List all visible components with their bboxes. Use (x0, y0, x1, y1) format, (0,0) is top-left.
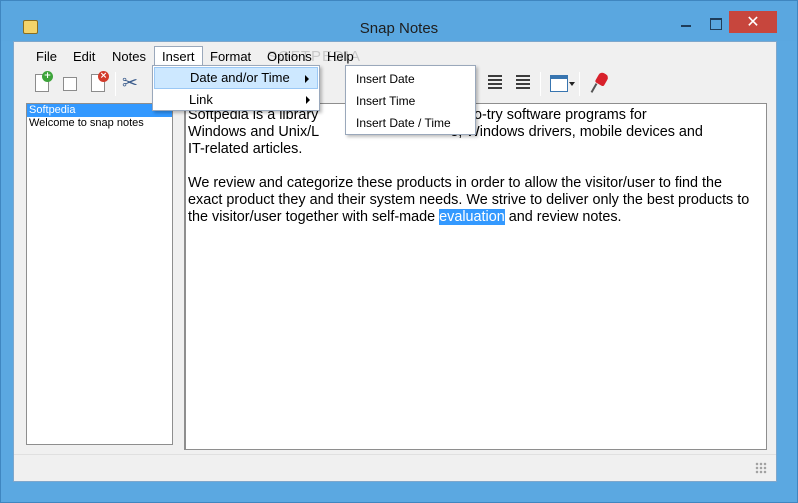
cut-icon[interactable]: ✂ (118, 70, 146, 98)
calendar-icon[interactable] (545, 70, 575, 98)
minimize-button[interactable] (671, 13, 701, 35)
title-bar[interactable]: Snap Notes ✕ (1, 1, 797, 41)
close-button[interactable]: ✕ (729, 11, 777, 33)
toolbar-separator (579, 72, 580, 96)
new-note-icon[interactable]: + (29, 70, 57, 98)
toolbar-separator (115, 72, 116, 96)
status-bar (14, 454, 776, 481)
selected-text: evaluation (439, 209, 505, 225)
note-editor[interactable]: Softpedia is a library free-to-try softw… (184, 103, 767, 450)
editor-line: IT-related articles. (188, 141, 303, 157)
editor-line: e, Windows drivers, mobile devices and (450, 124, 703, 140)
submenu-arrow-icon (306, 96, 310, 104)
menu-item-insert-date[interactable]: Insert Date (347, 68, 474, 90)
delete-note-icon[interactable]: × (85, 70, 113, 98)
menu-item-label: Link (189, 92, 213, 107)
date-time-submenu: Insert Date Insert Time Insert Date / Ti… (345, 65, 476, 135)
submenu-arrow-icon (305, 75, 309, 83)
editor-line: the visitor/user together with self-made (188, 209, 440, 225)
editor-line: and review notes. (504, 209, 622, 225)
maximize-button[interactable] (701, 13, 729, 35)
menu-edit[interactable]: Edit (66, 46, 102, 68)
menu-notes[interactable]: Notes (105, 46, 153, 68)
menu-item-date-time[interactable]: Date and/or Time (154, 67, 318, 89)
menu-file[interactable]: File (29, 46, 64, 68)
menu-item-insert-time[interactable]: Insert Time (347, 90, 474, 112)
menu-item-link[interactable]: Link (154, 89, 318, 111)
editor-line: exact product they and their system need… (188, 192, 750, 208)
menu-item-insert-date-time[interactable]: Insert Date / Time (347, 112, 474, 134)
align-center-icon[interactable] (482, 70, 510, 98)
menu-item-label: Date and/or Time (190, 70, 290, 85)
insert-menu-dropdown: Date and/or Time Link (152, 65, 320, 111)
note-item-softpedia[interactable]: Softpedia (27, 104, 172, 117)
align-right-icon[interactable] (510, 70, 538, 98)
toolbar-separator (540, 72, 541, 96)
notes-list[interactable]: Softpedia Welcome to snap notes (26, 103, 173, 445)
editor-line: Windows and Unix/L (188, 124, 320, 140)
note-item-welcome[interactable]: Welcome to snap notes (27, 117, 172, 130)
save-note-icon[interactable] (57, 70, 85, 98)
pin-icon[interactable] (587, 70, 615, 98)
editor-line: We review and categorize these products … (188, 175, 723, 191)
resize-grip-icon[interactable] (755, 462, 767, 474)
